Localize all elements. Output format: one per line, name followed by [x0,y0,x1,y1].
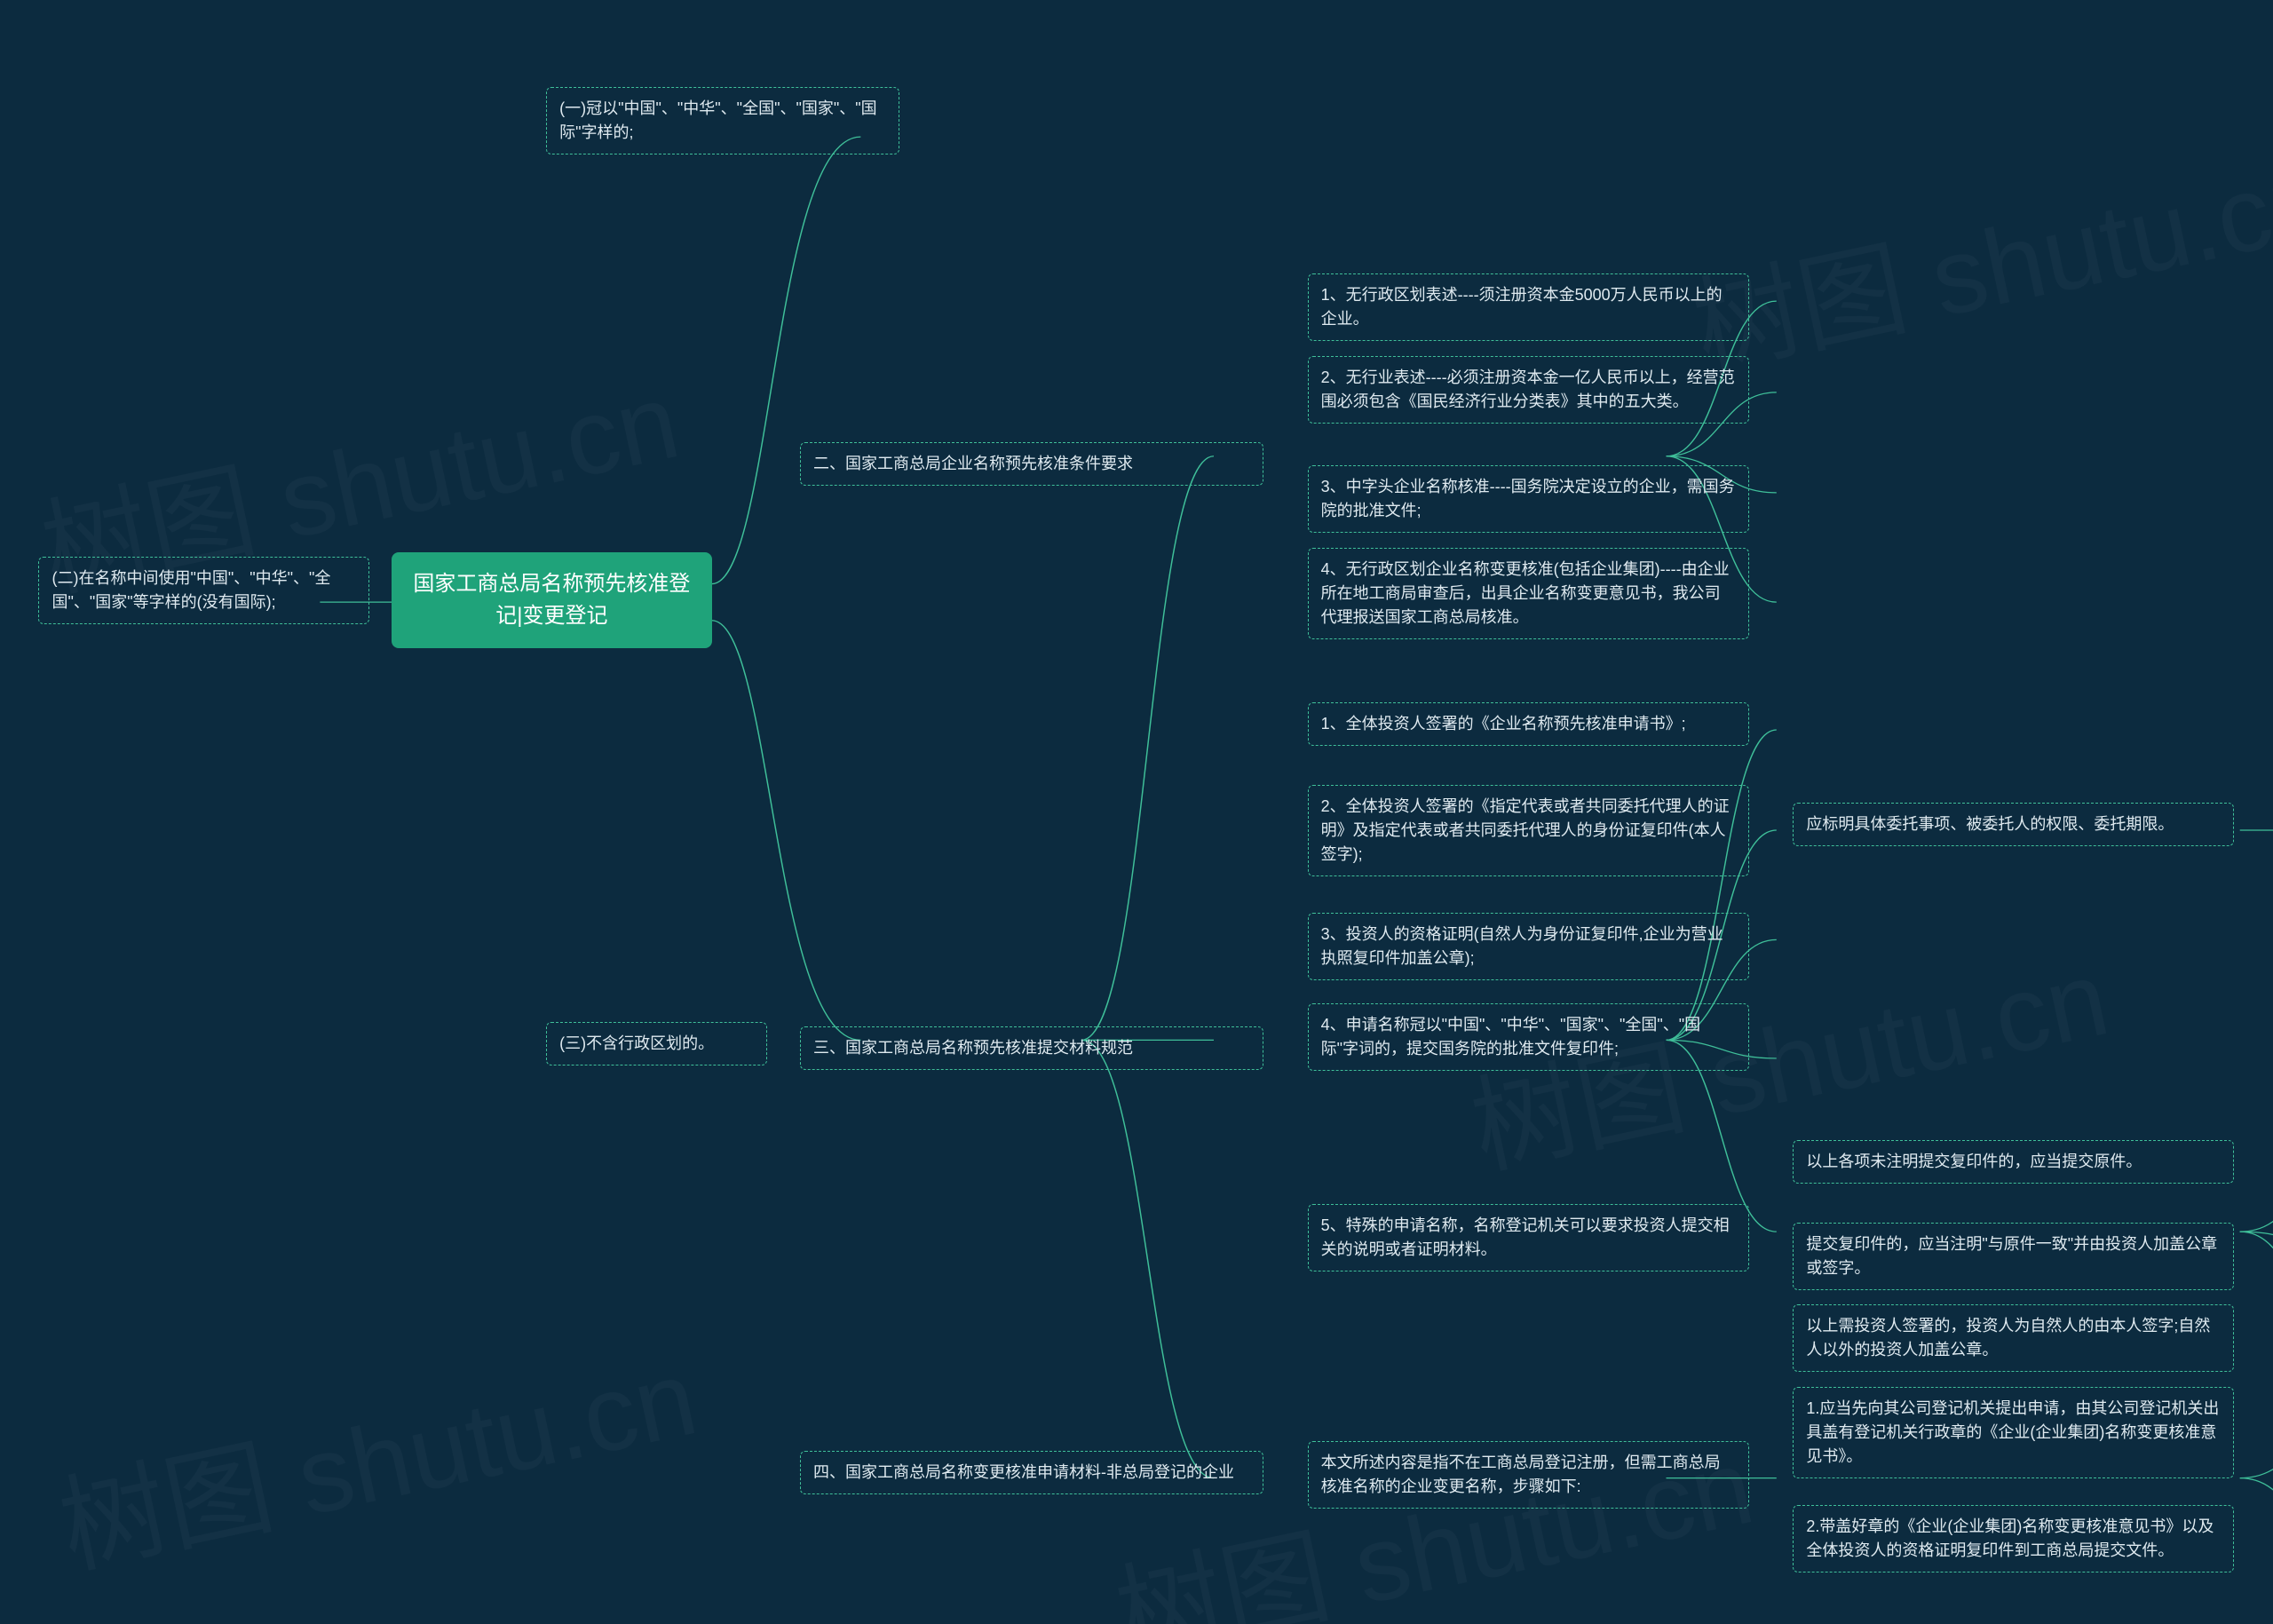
node-s3-c3[interactable]: 3、投资人的资格证明(自然人为身份证复印件,企业为营业执照复印件加盖公章); [1308,913,1749,980]
watermark: 树图 shutu.cn [1101,1399,1764,1624]
watermark: 树图 shutu.cn [1678,112,2273,397]
watermark: 树图 shutu.cn [44,1311,708,1596]
node-s3-c2-sub[interactable]: 应标明具体委托事项、被委托人的权限、委托期限。 [1793,803,2234,846]
node-s3-c1[interactable]: 1、全体投资人签署的《企业名称预先核准申请书》; [1308,702,1749,746]
node-s3-c5-sub3[interactable]: 以上需投资人签署的，投资人为自然人的由本人签字;自然人以外的投资人加盖公章。 [1793,1304,2234,1372]
node-s3-c4[interactable]: 4、申请名称冠以"中国"、"中华"、"国家"、"全国"、"国际"字词的，提交国务… [1308,1003,1749,1071]
node-s4-c1[interactable]: 本文所述内容是指不在工商总局登记注册，但需工商总局核准名称的企业变更名称，步骤如… [1308,1441,1749,1509]
node-s3-c5[interactable]: 5、特殊的申请名称，名称登记机关可以要求投资人提交相关的说明或者证明材料。 [1308,1204,1749,1271]
node-section3-title[interactable]: 三、国家工商总局名称预先核准提交材料规范 [800,1026,1263,1070]
node-s3-c5-sub1[interactable]: 以上各项未注明提交复印件的，应当提交原件。 [1793,1140,2234,1184]
node-s4-c1-sub2[interactable]: 2.带盖好章的《企业(企业集团)名称变更核准意见书》以及全体投资人的资格证明复印… [1793,1505,2234,1573]
node-s3-c2[interactable]: 2、全体投资人签署的《指定代表或者共同委托代理人的证明》及指定代表或者共同委托代… [1308,785,1749,876]
node-left-2[interactable]: (二)在名称中间使用"中国"、"中华"、"全国"、"国家"等字样的(没有国际); [38,557,369,624]
node-section4-title[interactable]: 四、国家工商总局名称变更核准申请材料-非总局登记的企业 [800,1451,1263,1494]
node-s2-c2[interactable]: 2、无行业表述----必须注册资本金一亿人民币以上，经营范围必须包含《国民经济行… [1308,356,1749,424]
node-s2-c3[interactable]: 3、中字头企业名称核准----国务院决定设立的企业，需国务院的批准文件; [1308,465,1749,533]
node-right-3[interactable]: (三)不含行政区划的。 [546,1022,767,1066]
node-s2-c4[interactable]: 4、无行政区划企业名称变更核准(包括企业集团)----由企业所在地工商局审查后，… [1308,548,1749,639]
node-right-1[interactable]: (一)冠以"中国"、"中华"、"全国"、"国家"、"国际"字样的; [546,87,899,154]
node-s3-c5-sub2[interactable]: 提交复印件的，应当注明"与原件一致"并由投资人加盖公章或签字。 [1793,1223,2234,1290]
node-s2-c1[interactable]: 1、无行政区划表述----须注册资本金5000万人民币以上的企业。 [1308,273,1749,341]
node-section2-title[interactable]: 二、国家工商总局企业名称预先核准条件要求 [800,442,1263,486]
node-s4-c1-sub1[interactable]: 1.应当先向其公司登记机关提出申请，由其公司登记机关出具盖有登记机关行政章的《企… [1793,1387,2234,1478]
root-node[interactable]: 国家工商总局名称预先核准登记|变更登记 [392,552,711,648]
